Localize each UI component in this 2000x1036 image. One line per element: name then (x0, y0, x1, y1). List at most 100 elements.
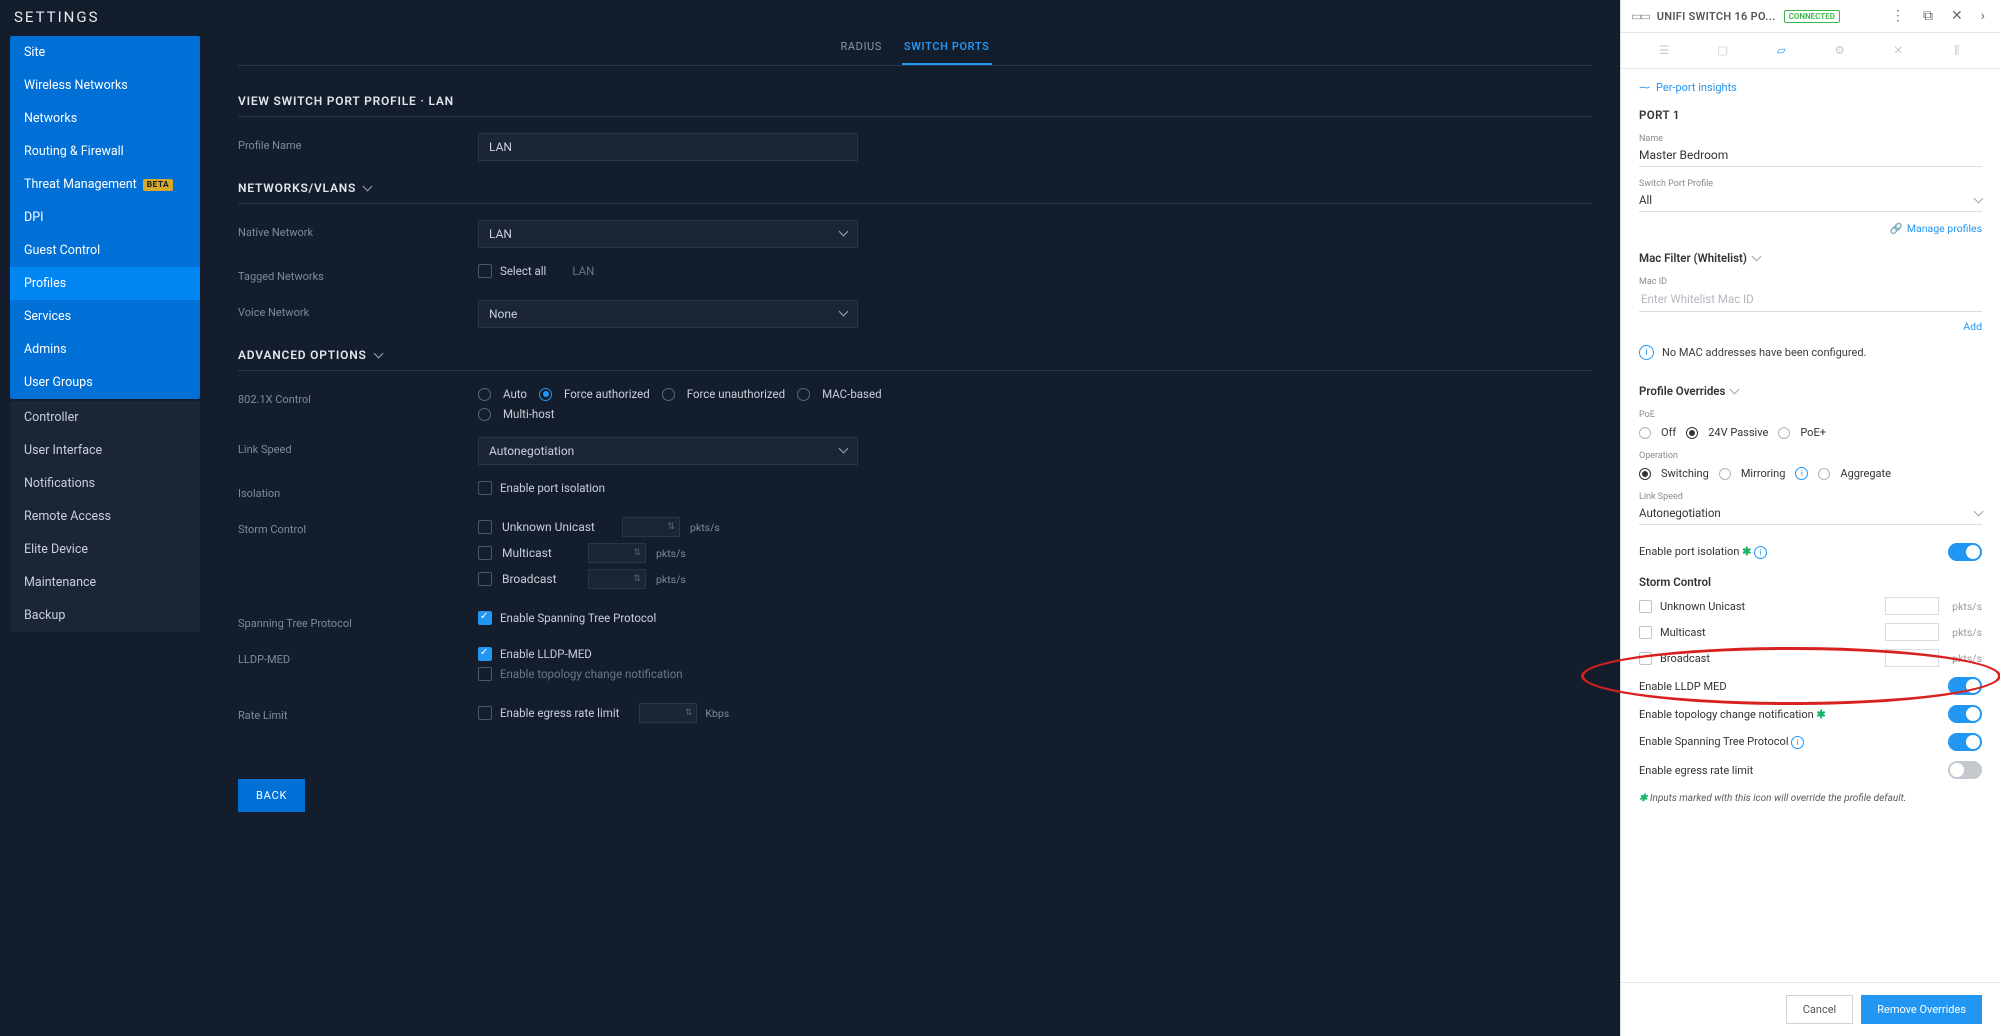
radio-poe-off[interactable] (1639, 427, 1651, 439)
label-name: Name (1639, 134, 1982, 144)
radio-auto[interactable] (478, 388, 491, 401)
toggle-egress[interactable] (1948, 761, 1982, 779)
checkbox-ov-uu[interactable] (1639, 600, 1652, 613)
tab-ports-icon[interactable]: ▱ (1771, 43, 1791, 58)
input-mac-id[interactable] (1639, 287, 1982, 312)
sidebar-item-dpi[interactable]: DPI (10, 201, 200, 234)
sidebar-item-services[interactable]: Services (10, 300, 200, 333)
value-name[interactable]: Master Bedroom (1639, 144, 1982, 167)
sidebar-item-controller[interactable]: Controller (10, 401, 200, 434)
info-icon[interactable]: i (1795, 467, 1808, 480)
popout-icon[interactable]: ⧉ (1918, 6, 1938, 26)
sidebar-item-routing[interactable]: Routing & Firewall (10, 135, 200, 168)
chevron-down-icon (840, 445, 847, 457)
toggle-lldp-med[interactable] (1948, 677, 1982, 695)
input-ov-bc[interactable] (1885, 649, 1939, 667)
checkbox-ov-bc[interactable] (1639, 652, 1652, 665)
tab-display-icon[interactable]: ▢ (1713, 43, 1733, 58)
input-ov-uu[interactable] (1885, 597, 1939, 615)
remove-overrides-button[interactable]: Remove Overrides (1861, 995, 1982, 1024)
sidebar-item-backup[interactable]: Backup (10, 599, 200, 632)
checkbox-enable-stp[interactable] (478, 611, 492, 625)
close-icon[interactable]: ✕ (1946, 6, 1968, 26)
sidebar-item-guest[interactable]: Guest Control (10, 234, 200, 267)
label-profile-name: Profile Name (238, 133, 478, 152)
override-star-icon: ✱ (1742, 545, 1751, 558)
sidebar-item-admins[interactable]: Admins (10, 333, 200, 366)
sidebar-item-wireless[interactable]: Wireless Networks (10, 69, 200, 102)
checkbox-enable-topo[interactable] (478, 667, 492, 681)
sidebar-item-networks[interactable]: Networks (10, 102, 200, 135)
tab-list-icon[interactable]: ☰ (1654, 43, 1674, 58)
radio-switching[interactable] (1639, 468, 1651, 480)
tab-settings-icon[interactable]: ⚙ (1830, 43, 1850, 58)
checkbox-ov-mc[interactable] (1639, 626, 1652, 639)
tab-switch-ports[interactable]: SWITCH PORTS (902, 30, 992, 65)
radio-poe-24v[interactable] (1686, 427, 1698, 439)
radio-force-auth[interactable] (539, 388, 552, 401)
sidebar-item-profiles[interactable]: Profiles (10, 267, 200, 300)
label-storm-ov: Storm Control (1639, 575, 1982, 589)
manage-profiles-link[interactable]: 🔗Manage profiles (1639, 222, 1982, 235)
checkbox-enable-lldp[interactable] (478, 647, 492, 661)
radio-force-unauth[interactable] (662, 388, 675, 401)
tab-tools-icon[interactable]: ✕ (1888, 43, 1908, 58)
toggle-port-isolation[interactable] (1948, 543, 1982, 561)
select-native-network[interactable]: LAN (478, 220, 858, 248)
sidebar-item-usergroups[interactable]: User Groups (10, 366, 200, 399)
status-badge: CONNECTED (1784, 10, 1840, 23)
label-lldp: LLDP-MED (238, 647, 478, 666)
section-advanced[interactable]: ADVANCED OPTIONS (238, 348, 1592, 362)
checkbox-multicast[interactable] (478, 546, 492, 560)
back-button[interactable]: BACK (238, 779, 305, 812)
radio-aggregate[interactable] (1818, 468, 1830, 480)
input-unknown-unicast[interactable]: ⇅ (622, 517, 680, 537)
select-link-speed-ov[interactable]: Autonegotiation (1639, 502, 1982, 525)
input-ov-mc[interactable] (1885, 623, 1939, 641)
input-profile-name[interactable] (478, 133, 858, 161)
checkbox-port-isolation[interactable] (478, 481, 492, 495)
info-icon[interactable]: i (1754, 546, 1767, 559)
sidebar-item-site[interactable]: Site (10, 36, 200, 69)
label-stp-ov: Enable Spanning Tree Protocol (1639, 735, 1789, 748)
input-broadcast[interactable]: ⇅ (588, 569, 646, 589)
input-egress-rate[interactable]: ⇅ (639, 703, 697, 723)
nav-primary: Site Wireless Networks Networks Routing … (10, 36, 200, 399)
info-icon[interactable]: i (1791, 736, 1804, 749)
profile-tabs: RADIUS SWITCH PORTS (238, 30, 1592, 66)
sidebar-item-remote[interactable]: Remote Access (10, 500, 200, 533)
select-link-speed[interactable]: Autonegotiation (478, 437, 858, 465)
device-icon: ▭▭ (1631, 9, 1649, 23)
checkbox-select-all[interactable] (478, 264, 492, 278)
radio-multi-host[interactable] (478, 408, 491, 421)
label-egress-ov: Enable egress rate limit (1639, 764, 1753, 777)
toggle-stp[interactable] (1948, 733, 1982, 751)
section-profile-overrides[interactable]: Profile Overrides (1639, 384, 1982, 398)
sidebar-item-notifications[interactable]: Notifications (10, 467, 200, 500)
tab-radius[interactable]: RADIUS (838, 30, 883, 65)
section-mac-filter[interactable]: Mac Filter (Whitelist) (1639, 251, 1982, 265)
label-isolation: Isolation (238, 481, 478, 500)
cancel-button[interactable]: Cancel (1786, 995, 1853, 1024)
checkbox-egress-rate-limit[interactable] (478, 706, 492, 720)
radio-mirroring[interactable] (1719, 468, 1731, 480)
select-voice-network[interactable]: None (478, 300, 858, 328)
checkbox-unknown-unicast[interactable] (478, 520, 492, 534)
per-port-insights-link[interactable]: ⁓Per-port insights (1639, 81, 1982, 94)
tab-stats-icon[interactable]: ⫼ (1947, 43, 1967, 58)
add-mac-link[interactable]: Add (1639, 320, 1982, 333)
toggle-topo[interactable] (1948, 705, 1982, 723)
input-multicast[interactable]: ⇅ (588, 543, 646, 563)
radio-mac-based[interactable] (797, 388, 810, 401)
label-enable-port-iso: Enable port isolation (1639, 545, 1739, 558)
sidebar-item-threat[interactable]: Threat ManagementBETA (10, 168, 200, 201)
radio-poe-plus[interactable] (1778, 427, 1790, 439)
next-icon[interactable]: › (1976, 6, 1990, 26)
section-networks-vlans[interactable]: NETWORKS/VLANS (238, 181, 1592, 195)
more-icon[interactable]: ⋮ (1886, 6, 1910, 26)
checkbox-broadcast[interactable] (478, 572, 492, 586)
sidebar-item-maintenance[interactable]: Maintenance (10, 566, 200, 599)
sidebar-item-elite[interactable]: Elite Device (10, 533, 200, 566)
select-spp[interactable]: All (1639, 189, 1982, 212)
sidebar-item-ui[interactable]: User Interface (10, 434, 200, 467)
